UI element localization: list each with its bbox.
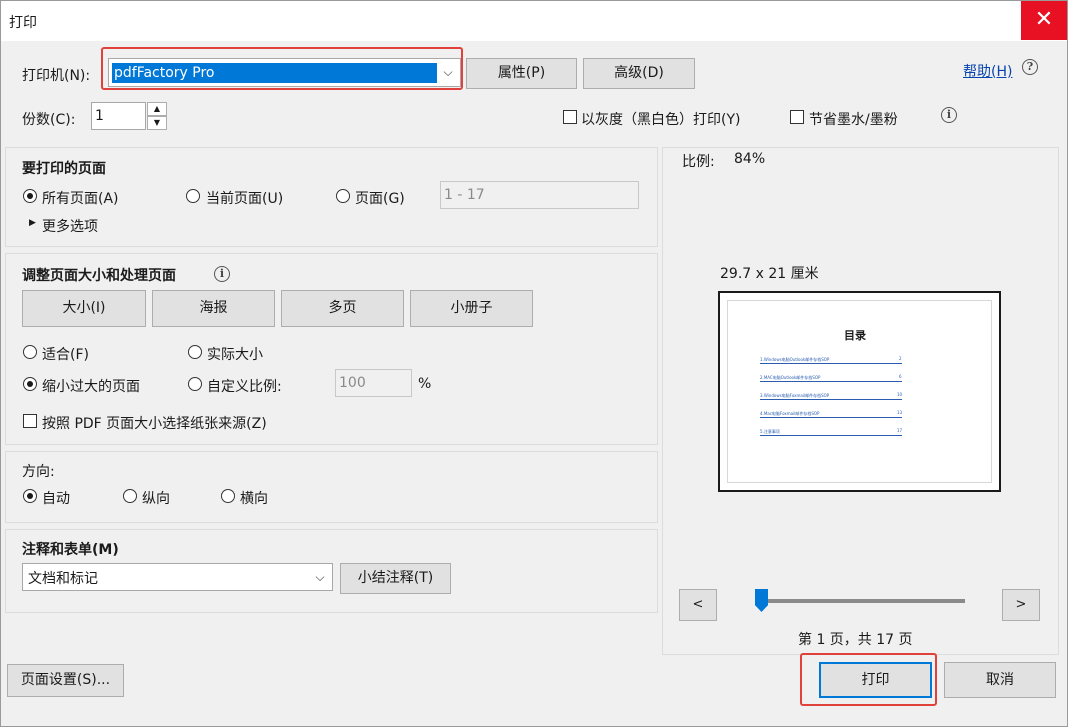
help-link[interactable]: 帮助(H) <box>963 61 1012 81</box>
printer-highlight <box>101 47 463 90</box>
fit-radio[interactable] <box>23 345 37 359</box>
print-button[interactable]: 打印 <box>819 662 932 698</box>
prev-page-button[interactable]: < <box>679 589 717 621</box>
percent-label: % <box>418 376 432 392</box>
expand-triangle-icon[interactable]: ▶ <box>29 218 36 228</box>
toc-page-number: 13 <box>897 410 903 415</box>
portrait-radio[interactable] <box>123 489 137 503</box>
close-icon: ✕ <box>1034 7 1054 32</box>
comments-title: 注释和表单(M) <box>22 542 119 558</box>
page-range-input[interactable]: 1 - 17 <box>440 181 639 209</box>
next-page-button[interactable]: > <box>1002 589 1040 621</box>
printer-label: 打印机(N): <box>22 68 91 84</box>
page-slider-track[interactable] <box>758 599 965 603</box>
current-page-radio[interactable] <box>186 189 200 203</box>
toc-entry: 2.MAC电脑Outlook邮件存档SOP <box>760 375 902 382</box>
current-page-label: 当前页面(U) <box>206 191 284 207</box>
scale-label: 比例: <box>682 154 715 170</box>
all-pages-radio[interactable] <box>23 189 37 203</box>
paper-source-checkbox[interactable] <box>23 414 37 428</box>
chevron-down-icon: ⌵ <box>315 570 325 584</box>
paper-source-label: 按照 PDF 页面大小选择纸张来源(Z) <box>42 416 267 432</box>
portrait-label: 纵向 <box>142 491 170 507</box>
toc-page-number: 6 <box>899 374 902 379</box>
page-preview: 目录 1.Windows电脑Outlook邮件存档SOP 2.MAC电脑Outl… <box>718 291 1001 492</box>
grayscale-label: 以灰度（黑白色）打印(Y) <box>581 112 741 128</box>
shrink-label: 缩小过大的页面 <box>42 379 140 395</box>
custom-scale-label: 自定义比例: <box>207 379 282 395</box>
pages-title: 要打印的页面 <box>22 161 106 177</box>
orientation-title: 方向: <box>22 464 55 480</box>
fit-label: 适合(F) <box>42 347 89 363</box>
toc-entry: 4.Mac电脑Foxmail邮件存档SOP <box>760 411 902 418</box>
print-dialog: 打印 ✕ 打印机(N): pdfFactory Pro ⌵ 属性(P) 高级(D… <box>0 0 1068 727</box>
toc-page-number: 10 <box>897 392 903 397</box>
orientation-panel <box>5 451 658 523</box>
advanced-button[interactable]: 高级(D) <box>583 58 695 89</box>
auto-orientation-radio[interactable] <box>23 489 37 503</box>
page-content-area: 目录 1.Windows电脑Outlook邮件存档SOP 2.MAC电脑Outl… <box>727 300 992 483</box>
page-range-label: 页面(G) <box>355 191 405 207</box>
toc-page-number: 17 <box>897 428 903 433</box>
page-range-radio[interactable] <box>336 189 350 203</box>
comments-select[interactable]: 文档和标记 ⌵ <box>22 563 333 591</box>
copies-input[interactable]: 1 <box>91 102 146 130</box>
landscape-radio[interactable] <box>221 489 235 503</box>
size-tab[interactable]: 大小(I) <box>22 290 146 327</box>
actual-size-label: 实际大小 <box>207 347 263 363</box>
copies-up-button[interactable]: ▲ <box>147 102 167 116</box>
scale-value: 84% <box>734 151 766 167</box>
all-pages-label: 所有页面(A) <box>42 191 119 207</box>
info-icon[interactable]: i <box>941 107 957 123</box>
multiple-tab[interactable]: 多页 <box>281 290 404 327</box>
page-setup-button[interactable]: 页面设置(S)... <box>7 664 124 697</box>
auto-orientation-label: 自动 <box>42 491 70 507</box>
toc-page-number: 2 <box>899 356 902 361</box>
comments-selected-value: 文档和标记 <box>28 571 98 587</box>
cancel-button[interactable]: 取消 <box>944 662 1056 698</box>
toc-entry: 3.Windows电脑Foxmail邮件存档SOP <box>760 393 902 400</box>
poster-tab[interactable]: 海报 <box>152 290 275 327</box>
save-ink-label: 节省墨水/墨粉 <box>809 112 898 128</box>
window-title: 打印 <box>9 15 37 31</box>
copies-label: 份数(C): <box>22 112 76 128</box>
grayscale-checkbox[interactable] <box>563 110 577 124</box>
page-info: 第 1 页，共 17 页 <box>798 632 913 648</box>
sizing-info-icon[interactable]: i <box>214 266 230 282</box>
close-button[interactable]: ✕ <box>1021 1 1067 40</box>
help-icon[interactable]: ? <box>1022 59 1038 75</box>
actual-size-radio[interactable] <box>188 345 202 359</box>
booklet-tab[interactable]: 小册子 <box>410 290 533 327</box>
save-ink-checkbox[interactable] <box>790 110 804 124</box>
custom-scale-radio[interactable] <box>188 377 202 391</box>
page-heading: 目录 <box>844 329 866 342</box>
more-options-link[interactable]: 更多选项 <box>42 216 98 236</box>
shrink-radio[interactable] <box>23 377 37 391</box>
summarize-comments-button[interactable]: 小结注释(T) <box>340 563 451 594</box>
toc-entry: 1.Windows电脑Outlook邮件存档SOP <box>760 357 902 364</box>
toc-entry: 5.注意事项 <box>760 429 902 436</box>
custom-scale-input[interactable]: 100 <box>335 369 412 397</box>
properties-button[interactable]: 属性(P) <box>466 58 577 89</box>
paper-size-label: 29.7 x 21 厘米 <box>720 266 819 282</box>
landscape-label: 横向 <box>240 491 268 507</box>
sizing-title: 调整页面大小和处理页面 <box>22 268 176 284</box>
copies-down-button[interactable]: ▼ <box>147 116 167 130</box>
title-bar: 打印 ✕ <box>1 1 1067 41</box>
